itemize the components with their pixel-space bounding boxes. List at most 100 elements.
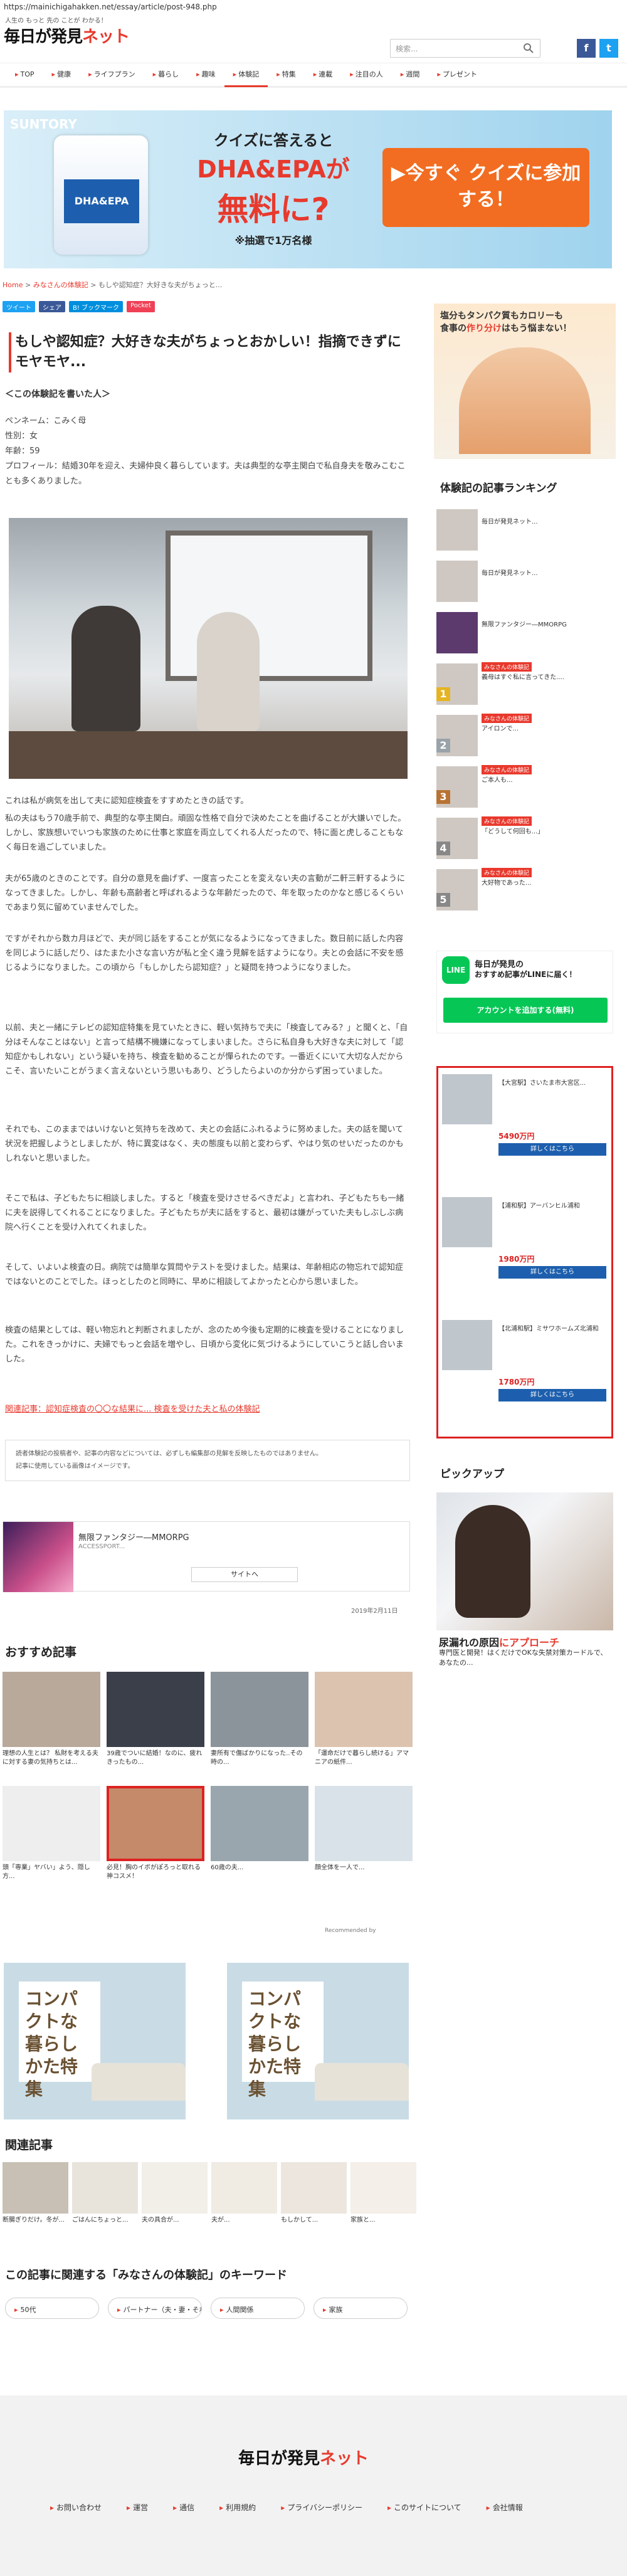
line-add-button[interactable]: アカウントを追加する(無料)	[443, 998, 608, 1023]
pickup-description: 専門医と開発！はくだけでOKな失禁対策カードルで、あなたの...	[439, 1649, 608, 1667]
facebook-icon[interactable]: f	[577, 39, 596, 58]
rel-thumb	[72, 2162, 138, 2214]
recommended-card[interactable]: 60歳の夫...	[211, 1786, 308, 1891]
recommended-grid: 理想の人生とは？ 私財を考える夫に対する妻の気持ちとは... 39歳でついに結婚…	[3, 1672, 414, 1891]
nav-item-weekly[interactable]: ▸ 週間	[392, 62, 429, 87]
rank-tag: みなさんの体験記	[482, 868, 532, 877]
property-price: 1780万円	[498, 1378, 535, 1386]
recommended-card[interactable]: 顔全体を一人で...	[315, 1786, 413, 1891]
rec-caption: 顔全体を一人で...	[315, 1864, 365, 1871]
footer-link[interactable]: ▸ 通信	[173, 2502, 194, 2513]
twitter-icon[interactable]: t	[599, 39, 618, 58]
inline-ad-button[interactable]: サイトへ	[191, 1567, 298, 1582]
related-card[interactable]: 夫が...	[211, 2162, 277, 2252]
recommended-card[interactable]: 妻所有で傷ばかりになった..その時の...	[211, 1672, 308, 1777]
search-input[interactable]: 検索...	[390, 39, 540, 58]
breadcrumb-category[interactable]: みなさんの体験記	[33, 281, 88, 289]
search-icon[interactable]	[523, 43, 534, 54]
sidebar-top-ad[interactable]: 塩分もタンパク質もカロリーも 食事の作り分けはもう悩まない！	[434, 304, 616, 459]
footer-link[interactable]: ▸ 運営	[127, 2502, 148, 2513]
recommended-card-highlighted[interactable]: 必見！胸のイボがぽろっと取れる神コスメ！	[107, 1786, 204, 1891]
keyword-pill[interactable]: ▸パートナー（夫・妻・それ以外）	[108, 2298, 202, 2319]
real-estate-item[interactable]: 【大宮駅】さいたま市大宮区... 5490万円 詳しくはこちら	[442, 1068, 608, 1181]
author-subhead: ＜この体験記を書いた人＞	[5, 389, 110, 399]
keyword-pill[interactable]: ▸ 家族	[314, 2298, 408, 2319]
pickup-headline[interactable]: 尿漏れの原因にアプローチ	[439, 1634, 614, 1649]
tweet-button[interactable]: ツイート	[3, 301, 35, 312]
property-details-button[interactable]: 詳しくはこちら	[498, 1266, 606, 1279]
square-ad[interactable]: コンパクトな暮らしかた特集	[4, 1963, 186, 2119]
footer-link[interactable]: ▸ 会社情報	[487, 2502, 523, 2513]
related-card[interactable]: もしかして...	[281, 2162, 347, 2252]
nav-item-present[interactable]: ▸ プレゼント	[428, 62, 486, 87]
related-card[interactable]: 夫の具合が...	[142, 2162, 208, 2252]
rel-thumb	[211, 2162, 277, 2214]
rec-thumb	[3, 1672, 100, 1747]
property-details-button[interactable]: 詳しくはこちら	[498, 1389, 606, 1401]
nav-item-series[interactable]: ▸ 連載	[305, 62, 342, 87]
author-profile: ペンネーム：こみく母 性別：女 年齢：59 プロフィール：結婚30年を迎え、夫婦…	[5, 414, 406, 489]
url-bar[interactable]: https://mainichigahakken.net/essay/artic…	[0, 0, 627, 14]
rel-caption: 夫の具合が...	[142, 2217, 179, 2224]
ranking-item[interactable]: 毎日が発見ネット...	[436, 557, 613, 608]
nav-item-living[interactable]: ▸ 暮らし	[144, 62, 188, 87]
related-card[interactable]: 家族と...	[350, 2162, 416, 2252]
pocket-button[interactable]: Pocket	[127, 301, 155, 312]
ranking-item[interactable]: 2 みなさんの体験記 アイロンで...	[436, 711, 613, 763]
ranking-item[interactable]: 無限ファンタジー―MMORPG	[436, 608, 613, 660]
ranking-list: 毎日が発見ネット... 毎日が発見ネット... 無限ファンタジー―MMORPG …	[436, 505, 613, 917]
article-date: 2019年2月11日	[351, 1608, 398, 1615]
nav-item-health[interactable]: ▸ 健康	[43, 62, 80, 87]
facebook-share-button[interactable]: シェア	[39, 301, 65, 312]
real-estate-item[interactable]: 【北浦和駅】ミサワホームズ北浦和 1780万円 詳しくはこちら	[442, 1314, 608, 1427]
site-logo[interactable]: 毎日が発見ネット	[4, 24, 130, 47]
pickup-image[interactable]	[436, 1492, 613, 1630]
recommended-card[interactable]: 頭「専業」ヤバい」よう、隠し方...	[3, 1786, 100, 1891]
ad-cta-button[interactable]: ▶今すぐ クイズに参加する！	[382, 148, 589, 227]
square-ad-title: コンパクトな暮らしかた特集	[19, 1982, 100, 2099]
recommended-card[interactable]: 「運命だけで暮らし続ける」アマニアの紙件...	[315, 1672, 413, 1777]
inline-ad[interactable]: 無限ファンタジー―MMORPG ACCESSPORT... サイトへ	[3, 1521, 410, 1592]
nav-item-experience[interactable]: ▸ 体験記	[224, 62, 268, 87]
recommended-card[interactable]: 39歳でついに結婚！なのに、疲れきったもの...	[107, 1672, 204, 1777]
logo-accent: ネット	[82, 28, 130, 46]
related-article-link[interactable]: 関連記事：認知症検査の〇〇な結果に... 検査を受けた夫と私の体験記	[5, 1402, 410, 1414]
footer-link[interactable]: ▸ お問い合わせ	[50, 2502, 102, 2513]
rel-caption: ごはんにちょっと...	[72, 2217, 129, 2224]
ranking-item[interactable]: 4 みなさんの体験記 「どうして何回も...」	[436, 814, 613, 865]
line-text-1: 毎日が発見の	[475, 960, 524, 969]
real-estate-ad: 【大宮駅】さいたま市大宮区... 5490万円 詳しくはこちら 【浦和駅】アーバンヒ…	[436, 1066, 613, 1438]
ranking-item[interactable]: 毎日が発見ネット...	[436, 505, 613, 557]
pickup-person	[455, 1505, 530, 1618]
site-footer: 毎日が発見ネット ▸ お問い合わせ ▸ 運営 ▸ 通信 ▸ 利用規約 ▸ プライバシーポリ…	[0, 2395, 627, 2576]
rank-title: 毎日が発見ネット...	[482, 570, 538, 577]
related-card[interactable]: ごはんにちょっと...	[72, 2162, 138, 2252]
square-ad[interactable]: コンパクトな暮らしかた特集	[227, 1963, 409, 2119]
rel-caption: 家族と...	[350, 2217, 376, 2224]
recommended-card[interactable]: 理想の人生とは？ 私財を考える夫に対する妻の気持ちとは...	[3, 1672, 100, 1777]
footer-link[interactable]: ▸ このサイトについて	[387, 2502, 461, 2513]
footer-link[interactable]: ▸ 利用規約	[219, 2502, 256, 2513]
ranking-item[interactable]: 5 みなさんの体験記 大好物であった...	[436, 865, 613, 917]
property-details-button[interactable]: 詳しくはこちら	[498, 1143, 606, 1156]
related-card[interactable]: 断腸ぎりだけ。冬が...	[3, 2162, 68, 2252]
real-estate-item[interactable]: 【浦和駅】アーバンヒル浦和 1980万円 詳しくはこちら	[442, 1191, 608, 1304]
nav-item-people[interactable]: ▸ 注目の人	[341, 62, 392, 87]
keyword-pill[interactable]: ▸ 50代	[5, 2298, 99, 2319]
hatena-bookmark-button[interactable]: B! ブックマーク	[69, 301, 124, 312]
rec-caption: 妻所有で傷ばかりになった..その時の...	[211, 1750, 303, 1766]
ranking-item[interactable]: 1 みなさんの体験記 義母はすぐ私に言ってきた....	[436, 660, 613, 711]
property-image	[442, 1074, 492, 1124]
nav-item-hobby[interactable]: ▸ 趣味	[187, 62, 224, 87]
nav-item-top[interactable]: ▸ TOP	[6, 62, 43, 87]
breadcrumb-home[interactable]: Home	[3, 281, 23, 289]
footer-link[interactable]: ▸ プライバシーポリシー	[281, 2502, 362, 2513]
top-ad-banner[interactable]: SUNTORY DHA&EPA クイズに答えると DHA&EPAが 無料に? ※…	[4, 110, 612, 268]
ranking-item[interactable]: 3 みなさんの体験記 ご本人も...	[436, 763, 613, 814]
footer-logo[interactable]: 毎日が発見ネット	[238, 2446, 369, 2469]
nav-item-feature[interactable]: ▸ 特集	[268, 62, 305, 87]
nav-item-lifeplan[interactable]: ▸ ライフプラン	[80, 62, 144, 87]
recommended-by: Recommended by	[325, 1928, 376, 1934]
keyword-pill[interactable]: ▸ 人間関係	[211, 2298, 305, 2319]
profile-age: 年齢：59	[5, 446, 40, 456]
